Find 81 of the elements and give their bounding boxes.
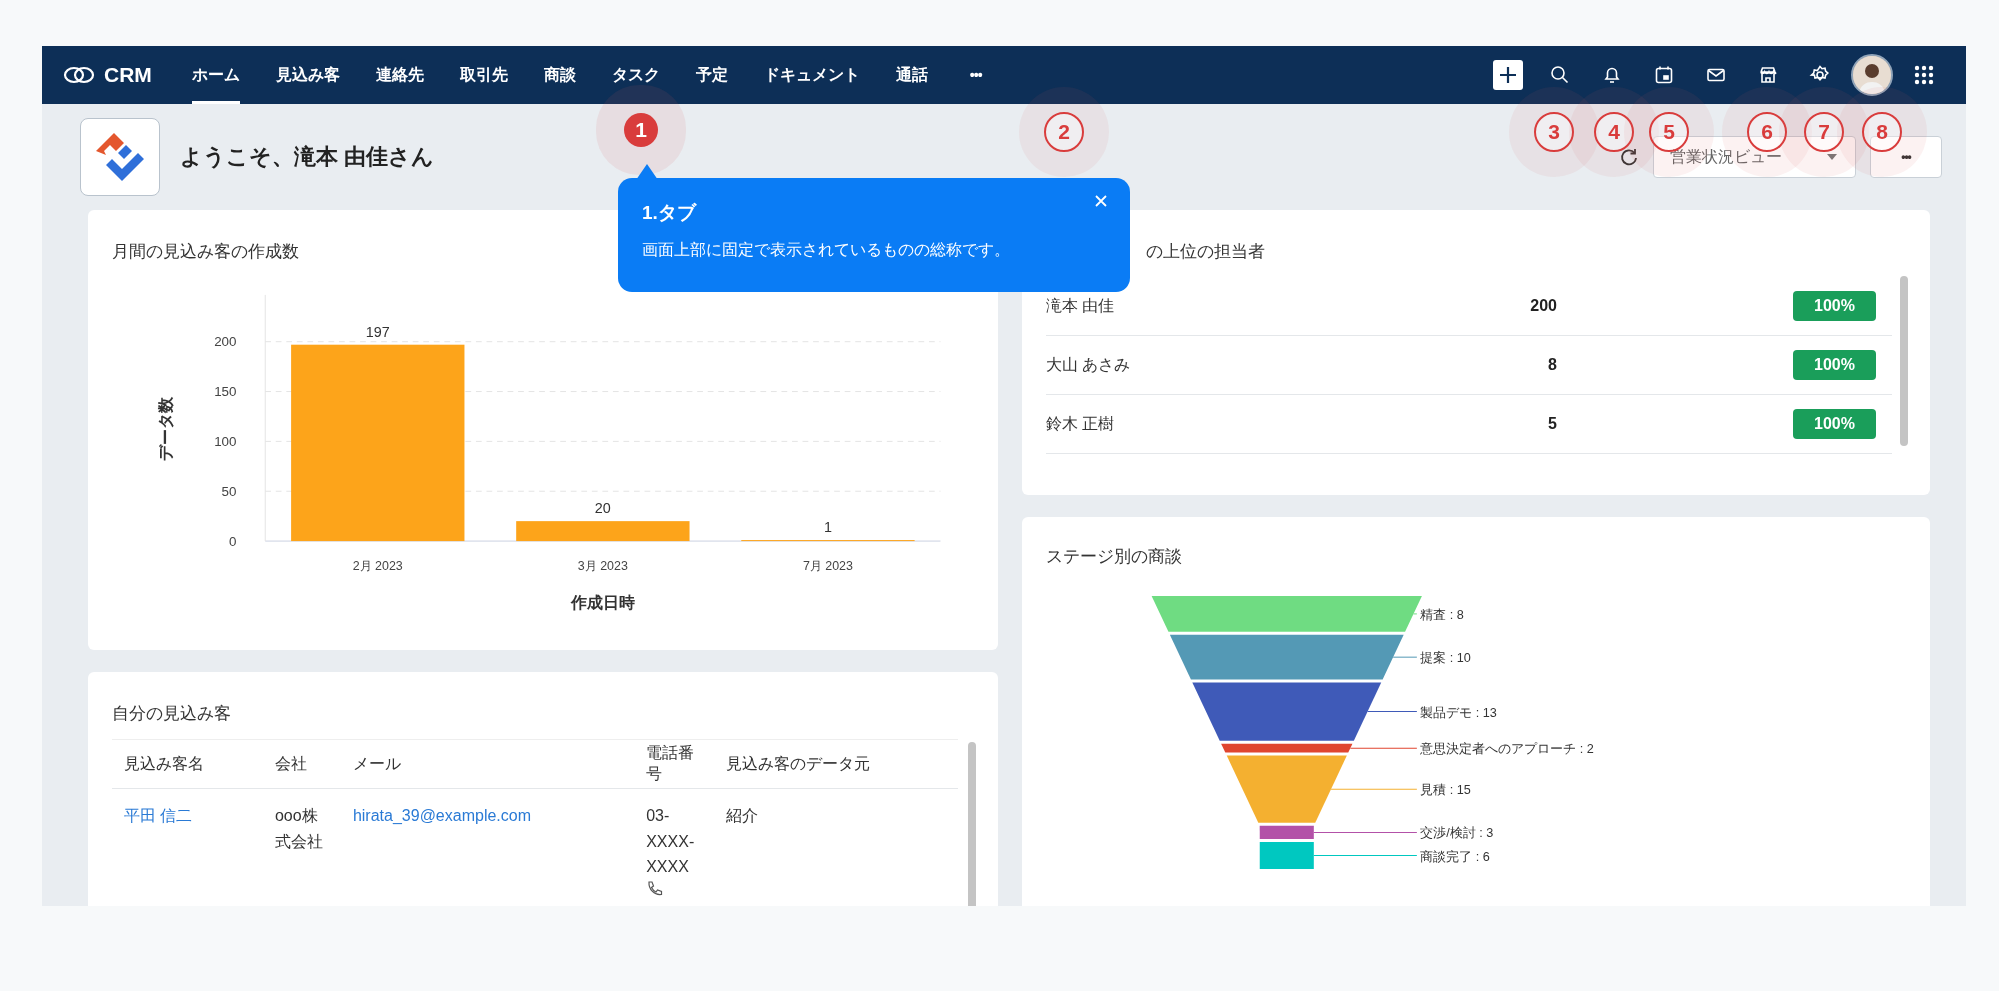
- scrollbar[interactable]: [968, 742, 976, 906]
- axis-tick-label: 0: [229, 533, 237, 549]
- leader-line: [1367, 711, 1418, 713]
- table-cell: 紹介: [726, 807, 759, 824]
- welcome-heading: ようこそ、滝本 由佳さん: [180, 143, 435, 171]
- step-marker: 1: [624, 113, 658, 147]
- user-avatar[interactable]: [1851, 54, 1893, 96]
- refresh-icon[interactable]: [1619, 147, 1639, 167]
- more-button[interactable]: •••: [963, 66, 988, 84]
- axis-title: 作成日時: [570, 593, 635, 612]
- close-icon[interactable]: [1094, 194, 1108, 208]
- step-marker: 2: [1044, 112, 1084, 152]
- store-icon[interactable]: [1757, 64, 1779, 86]
- rep-count: 5: [1547, 415, 1557, 433]
- axis-title: データ数: [156, 396, 175, 461]
- tooltip-title: 1.タブ: [642, 201, 698, 225]
- funnel-label: 提案 : 10: [1420, 651, 1471, 666]
- funnel-label: 交渉/検討 : 3: [1420, 826, 1494, 841]
- add-button[interactable]: [1493, 60, 1523, 90]
- funnel-label: 意思決定者へのアプローチ : 2: [1420, 742, 1594, 757]
- plus-icon: [1498, 65, 1518, 85]
- calendar-icon[interactable]: [1653, 64, 1675, 86]
- axis-tick-label: 150: [214, 384, 237, 400]
- step-marker: 3: [1534, 112, 1574, 152]
- nav-tab[interactable]: 取引先: [459, 46, 508, 104]
- app-launcher-icon[interactable]: [1914, 65, 1934, 85]
- nav-tab[interactable]: タスク: [611, 46, 660, 104]
- axis-tick-label: 7月 2023: [802, 558, 853, 573]
- card-title: の上位の担当者: [1146, 241, 1265, 263]
- search-icon[interactable]: [1549, 64, 1571, 86]
- leader-line: [1349, 747, 1418, 749]
- nav-tab[interactable]: 連絡先: [375, 46, 424, 104]
- rep-count: 8: [1547, 356, 1557, 374]
- funnel-label: 商談完了 : 6: [1420, 849, 1490, 864]
- table-cell-text: 03-XXXX-XXXX: [646, 806, 696, 878]
- column-header[interactable]: 見込み客名: [112, 739, 263, 789]
- column-header[interactable]: 見込み客のデータ元: [714, 739, 958, 789]
- rep-name: 大山 あさみ: [1046, 354, 1132, 375]
- rep-count: 200: [1529, 297, 1557, 315]
- step-marker: 4: [1594, 112, 1634, 152]
- nav-tab[interactable]: ドキュメント: [763, 46, 860, 104]
- column-header[interactable]: 会社: [262, 739, 341, 789]
- table-cell: ooo株式会社: [274, 807, 323, 850]
- step-marker: 8: [1862, 112, 1902, 152]
- card-title: ステージ別の商談: [1046, 546, 1182, 568]
- axis-tick-label: 200: [214, 334, 237, 350]
- step-marker: 7: [1804, 112, 1844, 152]
- change-badge: 100%: [1793, 350, 1876, 380]
- rep-name: 滝本 由佳: [1046, 295, 1116, 316]
- leader-line: [1392, 656, 1418, 658]
- nav-tab[interactable]: ホーム: [191, 46, 240, 104]
- rep-name: 鈴木 正樹: [1046, 413, 1116, 434]
- phone-icon[interactable]: [646, 879, 665, 898]
- data-label: 20: [594, 500, 611, 517]
- axis-tick-label: 50: [221, 484, 237, 499]
- funnel-label: 精査 : 8: [1420, 608, 1464, 622]
- brand-name: CRM: [104, 63, 152, 87]
- card-title: 自分の見込み客: [112, 703, 231, 725]
- data-label: 197: [365, 324, 390, 341]
- data-label: 1: [823, 519, 832, 536]
- nav-tab[interactable]: 見込み客: [275, 46, 340, 104]
- nav-tab[interactable]: 通話: [895, 46, 928, 104]
- caret-icon: [1827, 154, 1837, 160]
- column-header[interactable]: 電話番号: [634, 739, 715, 789]
- nav-tab[interactable]: 商談: [543, 46, 576, 104]
- column-header[interactable]: メール: [340, 739, 635, 789]
- funnel-label: 製品デモ : 13: [1420, 705, 1497, 720]
- change-badge: 100%: [1793, 291, 1876, 321]
- axis-tick-label: 3月 2023: [577, 558, 628, 573]
- axis-tick-label: 100: [214, 434, 237, 450]
- axis-tick-label: 2月 2023: [352, 558, 403, 573]
- nav-tab[interactable]: 予定: [695, 46, 728, 104]
- email-link[interactable]: hirata_39@example.com: [352, 807, 531, 824]
- tooltip-text: 画面上部に固定で表示されているものの総称です。: [642, 240, 1011, 260]
- lead-name-link[interactable]: 平田 信二: [124, 807, 193, 824]
- funnel-label: 見積 : 15: [1420, 783, 1471, 798]
- card-title: 月間の見込み客の作成数: [112, 241, 299, 263]
- scrollbar[interactable]: [1900, 276, 1908, 446]
- leader-line: [1413, 613, 1418, 615]
- logo-icon: [62, 65, 96, 85]
- change-badge: 100%: [1793, 409, 1876, 439]
